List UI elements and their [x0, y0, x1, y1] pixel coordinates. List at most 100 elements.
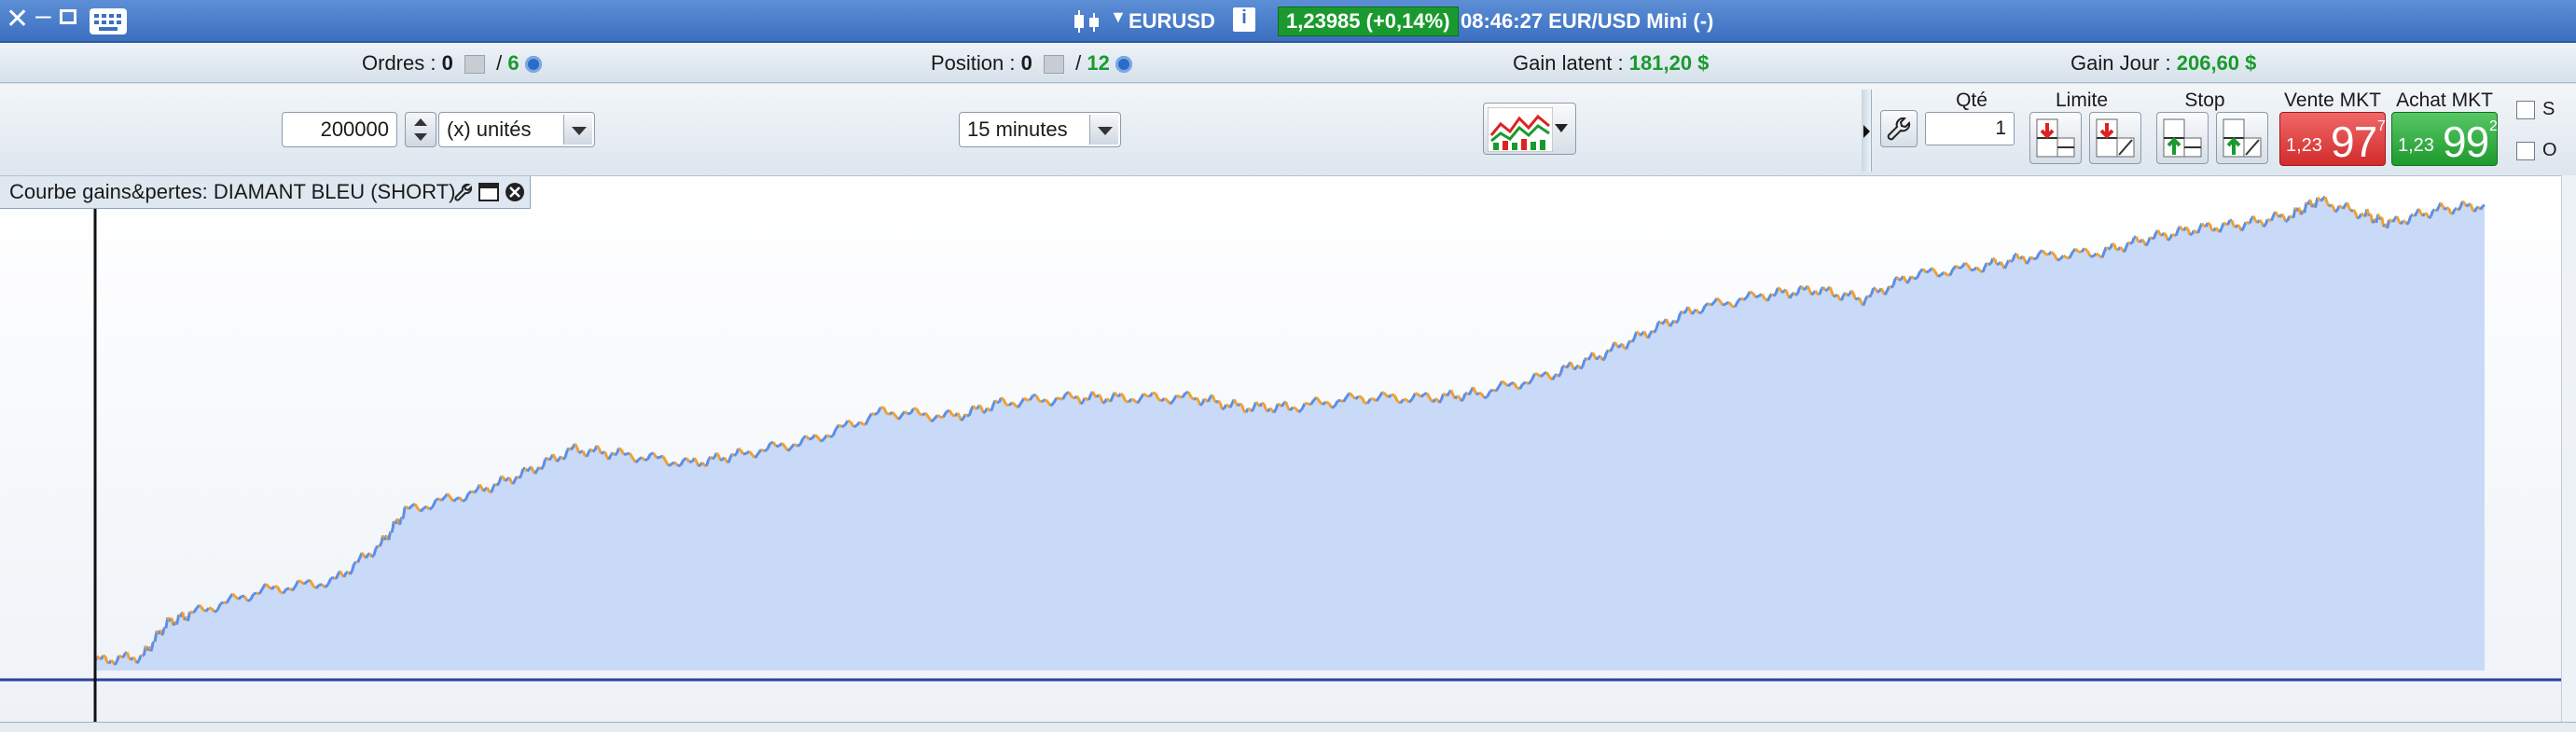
maximize-icon[interactable]	[60, 9, 76, 24]
equity-line-segment	[2016, 254, 2018, 258]
equity-line-segment	[1256, 402, 1258, 404]
orders-group[interactable]: Ordres : 0 / 6	[362, 51, 542, 76]
equity-line-segment	[2453, 209, 2455, 214]
candlestick-icon[interactable]	[1071, 9, 1104, 34]
equity-line-segment	[1567, 365, 1569, 368]
limit-sell-button[interactable]	[2029, 112, 2082, 164]
equity-line-segment	[2264, 225, 2265, 227]
equity-line-segment	[1988, 264, 1990, 265]
equity-line-segment	[887, 414, 890, 415]
chevron-down-icon[interactable]	[1089, 115, 1118, 145]
keyboard-icon[interactable]	[90, 8, 127, 35]
minimize-icon[interactable]: –	[35, 2, 51, 30]
equity-line-segment	[1204, 399, 1206, 400]
instrument-symbol[interactable]: EURUSD	[1129, 9, 1215, 34]
equity-line-segment	[2332, 205, 2334, 207]
equity-line-segment	[2401, 221, 2403, 224]
equity-line-segment	[2371, 215, 2372, 222]
equity-line-segment	[1099, 394, 1101, 397]
buy-price-prefix: 1,23	[2398, 135, 2434, 157]
close-icon[interactable]	[504, 182, 526, 202]
window-icon[interactable]	[478, 182, 500, 202]
equity-line-segment	[583, 451, 585, 456]
equity-line-segment	[1583, 360, 1585, 366]
chevron-down-icon[interactable]	[563, 115, 592, 145]
close-positions-icon[interactable]	[1044, 55, 1064, 74]
sell-market-button[interactable]: 1,23 97 7	[2279, 112, 2386, 166]
equity-line-segment	[221, 602, 224, 603]
close-icon[interactable]: ✕	[6, 6, 29, 34]
chart-title-bar[interactable]: Courbe gains&pertes: DIAMANT BLEU (SHORT…	[0, 176, 531, 209]
orders-total: 6	[507, 51, 519, 75]
equity-line-segment	[809, 438, 811, 439]
equity-line-segment	[2120, 247, 2122, 250]
chevron-down-icon[interactable]	[1555, 124, 1568, 132]
equity-line-segment	[144, 650, 145, 656]
equity-line-segment	[1230, 403, 1232, 407]
equity-line-segment	[1774, 294, 1776, 296]
unit-select[interactable]: (x) unités	[438, 112, 595, 147]
equity-line-segment	[430, 507, 433, 510]
equity-line-segment	[988, 408, 990, 410]
equity-line-segment	[794, 444, 796, 446]
instrument-time-label: 08:46:27 EUR/USD Mini (-)	[1461, 9, 1713, 34]
equity-line-segment	[186, 617, 187, 618]
equity-line-segment	[1641, 334, 1642, 337]
equity-line-segment	[2013, 255, 2015, 260]
stop-sell-button[interactable]	[2216, 112, 2268, 164]
checkbox-s[interactable]	[2516, 101, 2535, 119]
equity-line-segment	[2381, 217, 2382, 218]
equity-line-segment	[565, 450, 567, 458]
equity-curve-plot[interactable]	[0, 176, 2561, 723]
equity-line-segment	[1897, 277, 1899, 281]
checkbox-o[interactable]	[2516, 142, 2535, 160]
equity-line-segment	[2130, 243, 2132, 244]
buy-market-button[interactable]: 1,23 99 2	[2391, 112, 2498, 166]
equity-line-segment	[1869, 295, 1871, 297]
chart-type-button[interactable]	[1483, 103, 1576, 155]
equity-line-segment	[1553, 376, 1555, 380]
latent-gain-label: Gain latent :	[1513, 51, 1624, 75]
equity-line-segment	[2441, 203, 2443, 207]
equity-line-segment	[1959, 268, 1961, 269]
equity-line-segment	[1209, 397, 1211, 402]
equity-line-segment	[2084, 249, 2087, 251]
equity-chart[interactable]: Courbe gains&pertes: DIAMANT BLEU (SHORT…	[0, 175, 2576, 723]
gear-icon[interactable]	[525, 56, 542, 73]
equity-line-segment	[152, 642, 153, 649]
equity-line-segment	[2237, 225, 2239, 227]
equity-line-segment	[1293, 407, 1295, 408]
position-group[interactable]: Position : 0 / 12	[931, 51, 1132, 76]
equity-line-segment	[2142, 240, 2144, 242]
quantity-stepper[interactable]	[405, 112, 436, 147]
settings-button[interactable]	[1880, 110, 1918, 147]
equity-line-segment	[2481, 206, 2483, 210]
quantity-input[interactable]: 200000	[282, 112, 397, 147]
info-icon[interactable]: i	[1233, 7, 1255, 32]
equity-line-segment	[2393, 218, 2395, 222]
equity-line-segment	[2260, 220, 2262, 222]
equity-line-segment	[1200, 404, 1202, 406]
timeframe-select[interactable]: 15 minutes	[959, 112, 1121, 147]
equity-line-segment	[549, 458, 551, 461]
equity-line-segment	[1767, 297, 1769, 301]
equity-line-segment	[1451, 391, 1453, 395]
gear-icon[interactable]	[1115, 56, 1132, 73]
wrench-icon[interactable]	[453, 182, 476, 202]
equity-line-segment	[1618, 345, 1620, 348]
price-scale-strip[interactable]	[2561, 175, 2576, 722]
panel-collapse-handle[interactable]	[1862, 90, 1872, 172]
chevron-down-icon[interactable]: ▼	[1110, 7, 1127, 27]
equity-line-segment	[2209, 224, 2211, 229]
equity-line-segment	[2467, 204, 2469, 206]
equity-line-segment	[1834, 296, 1835, 297]
equity-line-segment	[509, 477, 511, 482]
limit-buy-button[interactable]	[2089, 112, 2141, 164]
equity-line-segment	[1891, 285, 1893, 287]
equity-line-segment	[761, 449, 764, 451]
equity-line-segment	[2305, 208, 2306, 213]
equity-line-segment	[1143, 394, 1146, 395]
stop-buy-button[interactable]	[2156, 112, 2209, 164]
qte-input[interactable]: 1	[1925, 112, 2015, 145]
cancel-orders-icon[interactable]	[464, 55, 485, 74]
